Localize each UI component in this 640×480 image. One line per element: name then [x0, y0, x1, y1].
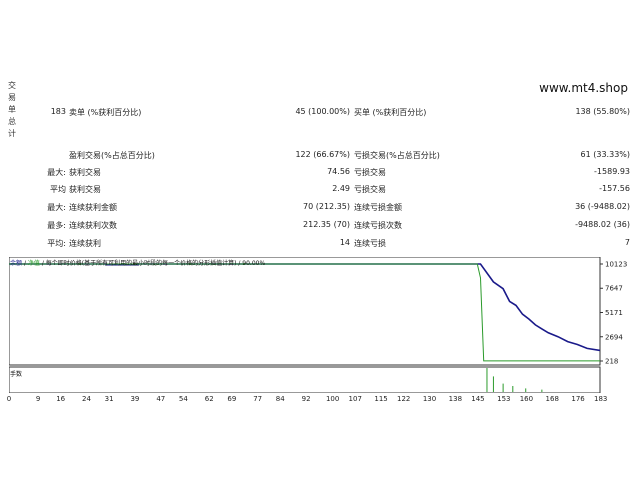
x-tick-label: 31 [104, 395, 114, 403]
x-tick-label: 69 [227, 395, 237, 403]
largest-profit-value: 74.56 [327, 167, 350, 176]
x-tick-label: 107 [348, 395, 362, 403]
max-consec-profit-label: 连续获利次数 [69, 221, 117, 230]
y-tick-label: 10123 [605, 261, 627, 269]
y-tick-label: 2694 [605, 333, 623, 341]
x-tick-label: 130 [422, 395, 437, 403]
y-tick-label: 5171 [605, 309, 623, 317]
chart-header: 余额 / 净值 / 每个即时价格(基于所有可利用的最小时段的每一个价格的分形插值… [10, 260, 266, 267]
long-trades-value: 138 (55.80%) [575, 107, 630, 116]
site-watermark: www.mt4.shop [539, 81, 628, 95]
x-tick-label: 39 [130, 395, 140, 403]
x-tick-label: 77 [253, 395, 263, 403]
balance-legend: 余额 [10, 260, 23, 267]
total-trades-value: 183 [50, 107, 66, 116]
loss-trades-label: 亏损交易(%占总百分比) [354, 151, 440, 160]
balance-chart-svg: 10123 7647 5171 2694 218 [9, 257, 627, 393]
y-tick-label: 7647 [605, 285, 623, 293]
x-tick-label: 62 [204, 395, 214, 403]
x-tick-label: 183 [594, 395, 608, 403]
avg-loss-value: -157.56 [599, 184, 630, 193]
vlabel-char: 计 [8, 129, 16, 138]
profit-trades-value: 122 (66.67%) [295, 150, 350, 159]
volume-label: 手数 [10, 371, 23, 378]
x-tick-label: 145 [471, 395, 485, 403]
x-tick-label: 54 [178, 395, 188, 403]
long-trades-label: 买单 (%获利百分比) [354, 108, 427, 117]
avg-profit-label: 获利交易 [69, 185, 101, 194]
x-tick-label: 24 [82, 395, 91, 403]
avg-prefix: 平均 [50, 185, 66, 194]
avg-profit-value: 2.49 [332, 184, 350, 193]
vlabel-char: 易 [8, 93, 16, 102]
x-tick-label: 84 [275, 395, 285, 403]
max-consec-losses-value: 36 (-9488.02) [575, 202, 630, 211]
max-consec-wins-label: 连续获利金额 [69, 203, 117, 212]
x-tick-label: 92 [301, 395, 311, 403]
avg-prefix-2: 平均: [47, 239, 66, 248]
modeling-quality: 90.00% [242, 260, 266, 267]
x-tick-label: 47 [156, 395, 166, 403]
largest-loss-label: 亏损交易 [354, 168, 386, 177]
x-tick-label: 9 [35, 395, 41, 403]
vlabel-char: 单 [8, 105, 16, 114]
x-tick-label: 100 [325, 395, 340, 403]
largest-loss-value: -1589.93 [594, 167, 630, 176]
vlabel-char: 总 [8, 117, 16, 126]
short-trades-label: 卖单 (%获利百分比) [69, 108, 142, 117]
x-tick-label: 16 [56, 395, 66, 403]
avg-consec-losses-value: 7 [624, 238, 630, 247]
trade-summary-vertical-label: 交 易 单 总 计 [6, 80, 18, 140]
x-tick-label: 153 [497, 395, 511, 403]
vlabel-char: 交 [8, 81, 16, 90]
avg-consec-wins-label: 连续获利 [69, 239, 101, 248]
x-tick-label: 138 [448, 395, 463, 403]
x-tick-label: 115 [374, 395, 388, 403]
max-consec-loss-value: -9488.02 (36) [575, 220, 630, 229]
loss-trades-value: 61 (33.33%) [580, 150, 630, 159]
max-consec-wins-value: 70 (212.35) [303, 202, 350, 211]
balance-chart: 10123 7647 5171 2694 218 余额 / 净值 / 每个即时价格(基于… [9, 257, 630, 393]
x-tick-label: 122 [397, 395, 411, 403]
x-tick-label: 168 [545, 395, 559, 403]
x-tick-label: 176 [571, 395, 585, 403]
most-prefix: 最多: [47, 221, 66, 230]
avg-consec-losses-label: 连续亏损 [354, 239, 386, 248]
max-consec-losses-label: 连续亏损金额 [354, 203, 402, 212]
equity-legend: 净值 [27, 260, 40, 267]
avg-consec-wins-value: 14 [339, 238, 350, 247]
largest-profit-label: 获利交易 [69, 168, 101, 177]
avg-loss-label: 亏损交易 [354, 185, 386, 194]
ytick-layer: 10123 7647 5171 2694 218 [600, 261, 627, 366]
model-text: 每个即时价格(基于所有可利用的最小时段的每一个价格的分形插值计算) [45, 260, 237, 267]
max-consec-profit-value: 212.35 (70) [303, 220, 350, 229]
short-trades-value: 45 (100.00%) [295, 107, 350, 116]
max-consec-loss-label: 连续亏损次数 [354, 221, 402, 230]
max-prefix: 最大: [47, 168, 66, 177]
y-tick-label: 218 [605, 358, 618, 366]
x-tick-label: 160 [519, 395, 534, 403]
max-prefix-2: 最大: [47, 203, 66, 212]
x-tick-label: 0 [6, 395, 12, 403]
profit-trades-label: 盈利交易(%占总百分比) [69, 151, 155, 160]
